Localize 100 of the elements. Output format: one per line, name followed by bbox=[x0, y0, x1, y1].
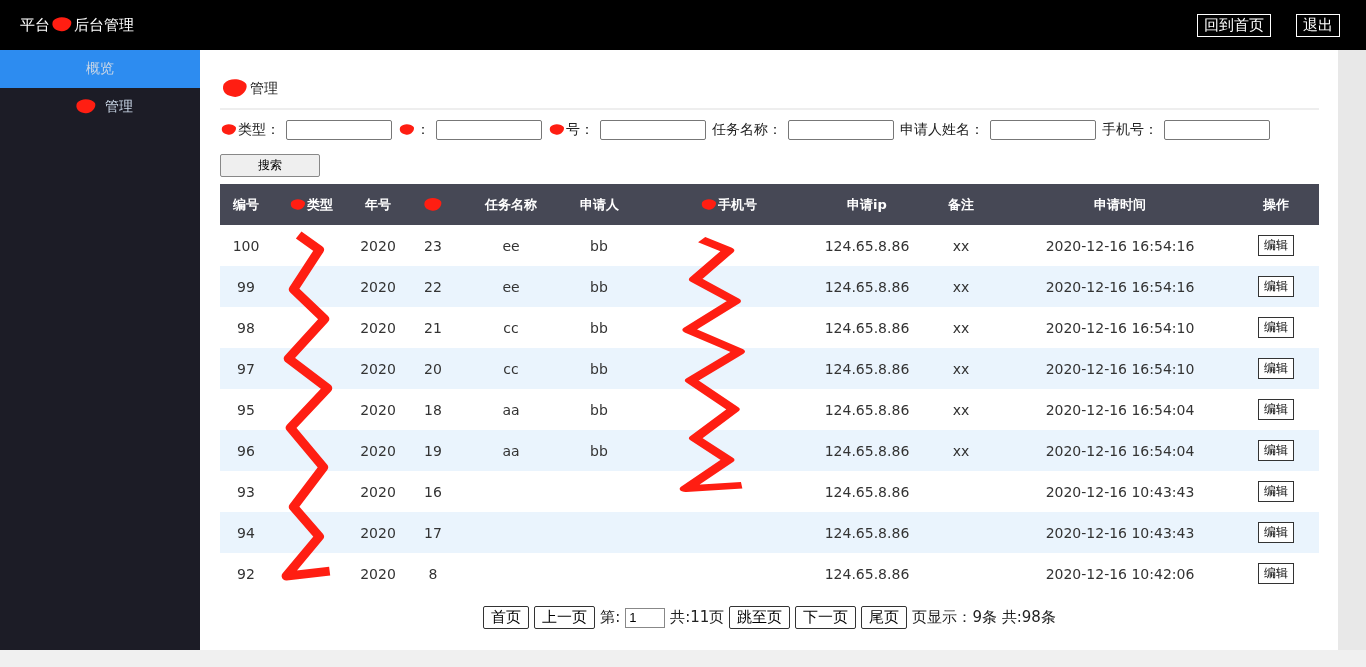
table-cell: 2020 bbox=[360, 360, 396, 377]
filter-label: 任务名称： bbox=[712, 121, 782, 139]
column-header: 备注 bbox=[948, 195, 974, 214]
table-cell: 2020 bbox=[360, 237, 396, 254]
table-cell: 124.65.8.86 bbox=[824, 483, 910, 500]
column-header: 申请ip bbox=[847, 195, 887, 214]
table-cell: 2020-12-16 16:54:04 bbox=[1045, 442, 1195, 459]
table-cell: bb bbox=[590, 319, 608, 336]
filter-input[interactable] bbox=[286, 120, 392, 140]
filter-label: 手机号： bbox=[1102, 121, 1158, 139]
table-cell: bb bbox=[590, 360, 608, 377]
table-cell: 2020-12-16 16:54:10 bbox=[1045, 360, 1195, 377]
table-cell: xx bbox=[952, 278, 970, 295]
edit-button[interactable]: 编辑 bbox=[1257, 276, 1294, 297]
filter-input[interactable] bbox=[600, 120, 706, 140]
table-cell: 2020-12-16 10:42:06 bbox=[1045, 565, 1195, 582]
table-cell: 99 bbox=[237, 278, 255, 295]
total-pages: 共:11页 bbox=[670, 608, 725, 627]
table-cell: ee bbox=[502, 278, 520, 295]
table-cell: 18 bbox=[424, 401, 442, 418]
table-cell: 2020 bbox=[360, 401, 396, 418]
table-cell: 2020-12-16 16:54:16 bbox=[1045, 278, 1195, 295]
table-cell: 22 bbox=[424, 278, 442, 295]
filter-input[interactable] bbox=[788, 120, 894, 140]
last-page-button[interactable]: 尾页 bbox=[861, 606, 908, 629]
filter-input[interactable] bbox=[1164, 120, 1270, 140]
search-button[interactable]: 搜索 bbox=[220, 154, 320, 177]
table-cell: 94 bbox=[237, 524, 255, 541]
filter-label: 号： bbox=[566, 121, 594, 139]
filter-label: 类型： bbox=[238, 121, 280, 139]
filter-label: 申请人姓名： bbox=[900, 121, 984, 139]
edit-button[interactable]: 编辑 bbox=[1257, 563, 1294, 584]
table-cell: 2020 bbox=[360, 483, 396, 500]
table-cell: 2020 bbox=[360, 278, 396, 295]
scrollbar[interactable] bbox=[1338, 50, 1366, 650]
site-title: 后台管理 bbox=[74, 15, 134, 35]
page-input[interactable]: 1 bbox=[625, 607, 666, 628]
table-cell: aa bbox=[502, 442, 520, 459]
table-cell: 124.65.8.86 bbox=[824, 524, 910, 541]
edit-button[interactable]: 编辑 bbox=[1257, 440, 1294, 461]
table-cell: bb bbox=[590, 401, 608, 418]
edit-button[interactable]: 编辑 bbox=[1257, 481, 1294, 502]
table-cell: 17 bbox=[424, 524, 442, 541]
column-header: 操作 bbox=[1262, 195, 1289, 214]
table-cell: xx bbox=[952, 319, 970, 336]
table-cell: 19 bbox=[424, 442, 442, 459]
header-button[interactable]: 回到首页 bbox=[1197, 13, 1271, 37]
table-cell: 97 bbox=[237, 360, 255, 377]
table-cell: 124.65.8.86 bbox=[824, 401, 910, 418]
table-cell: xx bbox=[952, 360, 970, 377]
table-cell: 2020-12-16 16:54:10 bbox=[1045, 319, 1195, 336]
filter-input[interactable] bbox=[990, 120, 1096, 140]
table-cell: 92 bbox=[237, 565, 255, 582]
table-cell: 98 bbox=[237, 319, 255, 336]
column-header: 任务名称 bbox=[485, 195, 537, 214]
table-cell: ee bbox=[502, 237, 520, 254]
sidebar-item[interactable]: 管理 bbox=[0, 88, 200, 126]
table-cell: 23 bbox=[424, 237, 442, 254]
edit-button[interactable]: 编辑 bbox=[1257, 358, 1294, 379]
table-cell: 8 bbox=[428, 565, 438, 582]
site-title: 平台 bbox=[20, 15, 50, 35]
table-cell: 96 bbox=[237, 442, 255, 459]
column-header: 申请时间 bbox=[1094, 195, 1146, 214]
edit-button[interactable]: 编辑 bbox=[1257, 317, 1294, 338]
table-cell: cc bbox=[503, 319, 519, 336]
first-page-button[interactable]: 首页 bbox=[483, 606, 530, 629]
edit-button[interactable]: 编辑 bbox=[1257, 522, 1294, 543]
table-cell: 124.65.8.86 bbox=[824, 360, 910, 377]
column-header: 编号 bbox=[233, 195, 259, 214]
table-cell: 124.65.8.86 bbox=[824, 237, 910, 254]
table-cell: 2020-12-16 16:54:04 bbox=[1045, 401, 1195, 418]
previous-page-button[interactable]: 上一页 bbox=[534, 606, 596, 629]
table-cell: 124.65.8.86 bbox=[824, 278, 910, 295]
table-cell: 100 bbox=[232, 237, 260, 254]
table-cell: xx bbox=[952, 401, 970, 418]
table-cell: bb bbox=[590, 442, 608, 459]
table-cell: aa bbox=[502, 401, 520, 418]
next-page-button[interactable]: 下一页 bbox=[795, 606, 857, 629]
table-cell: 2020 bbox=[360, 565, 396, 582]
filter-label: ： bbox=[416, 121, 430, 139]
filter-input[interactable] bbox=[436, 120, 542, 140]
page-summary: 页显示：9条 共:98条 bbox=[912, 608, 1056, 627]
table-cell: 95 bbox=[237, 401, 255, 418]
jump-button[interactable]: 跳至页 bbox=[729, 606, 791, 629]
table-cell: 2020 bbox=[360, 524, 396, 541]
table-cell: 2020 bbox=[360, 442, 396, 459]
table-cell: xx bbox=[952, 237, 970, 254]
table-cell: bb bbox=[590, 237, 608, 254]
table-cell: 20 bbox=[424, 360, 442, 377]
column-header: 类型 bbox=[307, 195, 333, 214]
table-cell: xx bbox=[952, 442, 970, 459]
table-cell: 21 bbox=[424, 319, 442, 336]
edit-button[interactable]: 编辑 bbox=[1257, 399, 1294, 420]
table-cell: 124.65.8.86 bbox=[824, 565, 910, 582]
table-cell: 93 bbox=[237, 483, 255, 500]
edit-button[interactable]: 编辑 bbox=[1257, 235, 1294, 256]
table-cell: 124.65.8.86 bbox=[824, 319, 910, 336]
column-header: 申请人 bbox=[579, 195, 619, 214]
table-cell: 2020 bbox=[360, 319, 396, 336]
header-button[interactable]: 退出 bbox=[1296, 13, 1340, 37]
